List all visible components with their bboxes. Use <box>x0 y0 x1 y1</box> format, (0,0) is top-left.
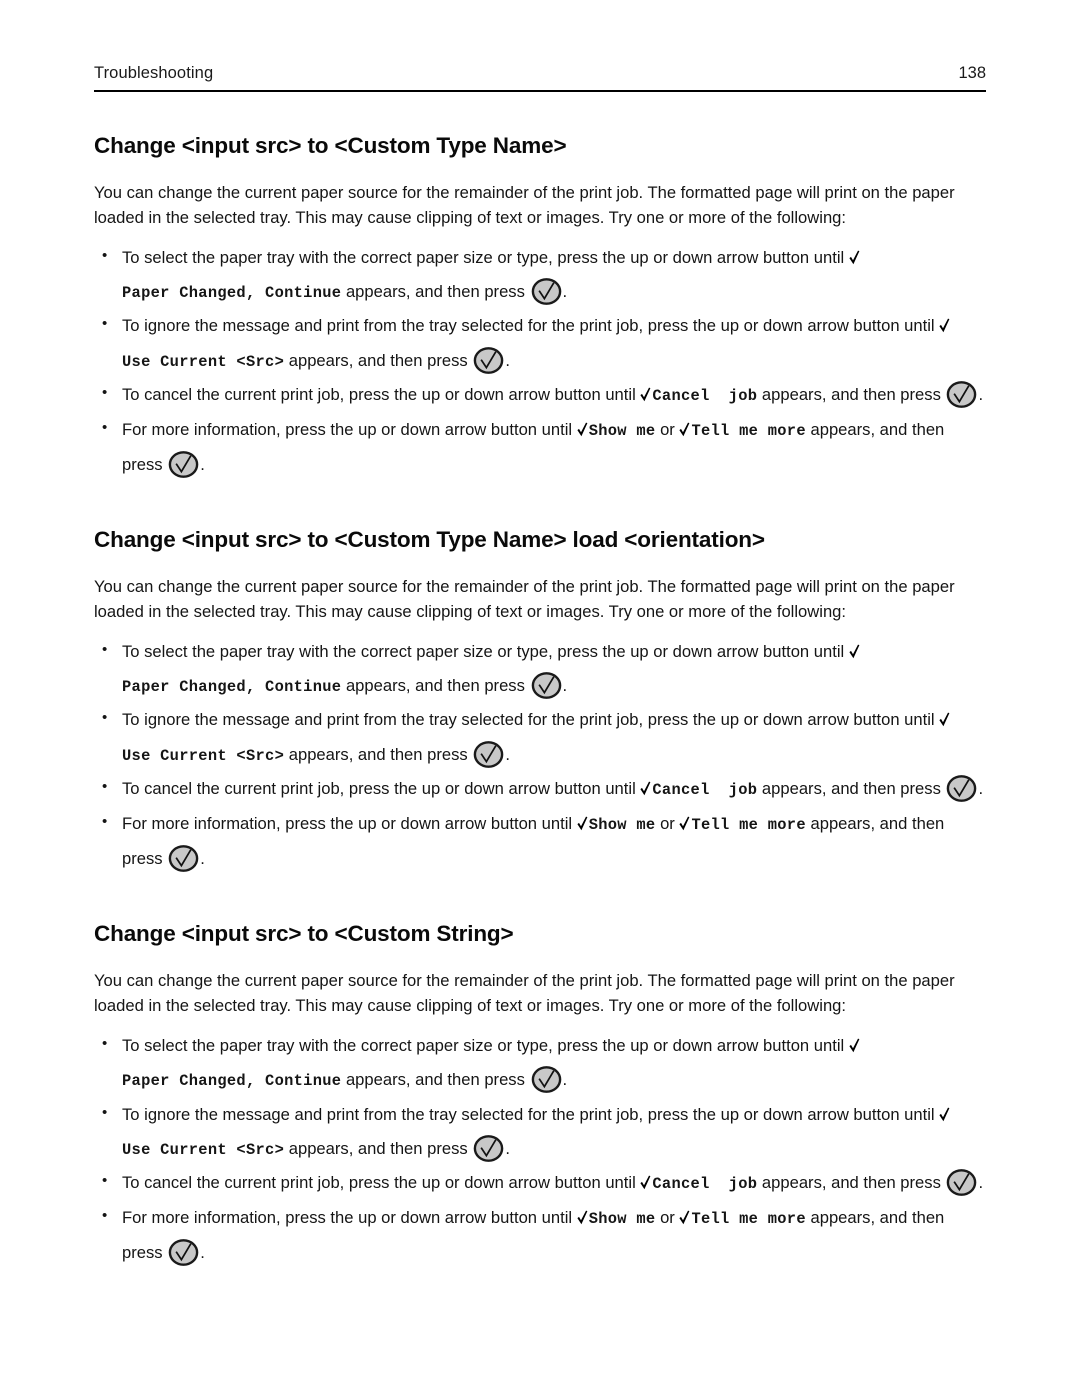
display-message-text: Paper Changed, Continue <box>122 677 342 696</box>
select-ok-button-icon <box>168 450 199 478</box>
check-glyph-icon <box>640 781 651 796</box>
select-ok-button-icon <box>473 346 504 374</box>
select-ok-button-icon <box>473 740 504 768</box>
select-ok-button-icon <box>531 277 562 305</box>
check-glyph-icon <box>939 1107 950 1122</box>
select-ok-button-icon <box>946 381 977 409</box>
section-intro-paragraph: You can change the current paper source … <box>94 577 955 622</box>
check-glyph-icon <box>679 422 690 437</box>
display-message-text: Use Current <Src> <box>122 746 285 765</box>
select-ok-button-icon <box>531 1065 562 1093</box>
bullet-marker-icon: • <box>102 640 108 658</box>
display-message-text: Tell me more <box>691 422 806 441</box>
section-heading: Change <input src> to <Custom Type Name>… <box>94 527 765 553</box>
check-glyph-icon <box>679 816 690 831</box>
header-page-number: 138 <box>958 64 986 82</box>
bullet-marker-icon: • <box>102 813 108 831</box>
display-message-text: Show me <box>588 816 656 835</box>
section-intro-paragraph: You can change the current paper source … <box>94 183 955 228</box>
instruction-list-item: • To ignore the message and print from th… <box>94 1098 986 1167</box>
header-chapter-title: Troubleshooting <box>94 64 214 82</box>
document-page: Troubleshooting 138 Change <input src> t… <box>0 0 1080 1397</box>
select-ok-button-icon <box>531 671 562 699</box>
display-message-text: Paper Changed, Continue <box>122 1071 342 1090</box>
bullet-marker-icon: • <box>102 246 108 264</box>
instruction-list-item: • To select the paper tray with the corre… <box>94 1029 986 1098</box>
sections-container: Change <input src> to <Custom Type Name>… <box>94 132 986 1270</box>
instruction-list-item: • To cancel the current print job, press … <box>94 772 986 807</box>
check-glyph-icon <box>849 644 860 659</box>
display-message-text: Cancel job <box>652 387 758 406</box>
instruction-list-item: • For more information, press the up or d… <box>94 1201 986 1270</box>
check-glyph-icon <box>939 712 950 727</box>
instruction-list: • To select the paper tray with the corre… <box>94 1029 986 1270</box>
display-message-text: Tell me more <box>691 816 806 835</box>
bullet-marker-icon: • <box>102 1034 108 1052</box>
bullet-marker-icon: • <box>102 778 108 796</box>
instruction-list-item: • To ignore the message and print from th… <box>94 703 986 772</box>
display-message-text: Show me <box>588 422 656 441</box>
display-message-text: Use Current <Src> <box>122 1140 285 1159</box>
select-ok-button-icon <box>473 1134 504 1162</box>
select-ok-button-icon <box>168 1238 199 1266</box>
instruction-list: • To select the paper tray with the corre… <box>94 635 986 876</box>
bullet-marker-icon: • <box>102 419 108 437</box>
bullet-marker-icon: • <box>102 1103 108 1121</box>
display-message-text: Tell me more <box>691 1210 806 1229</box>
instruction-list-item: • For more information, press the up or d… <box>94 413 986 482</box>
display-message-text: Paper Changed, Continue <box>122 283 342 302</box>
header-divider-rule <box>94 90 986 92</box>
running-header: Troubleshooting 138 <box>94 0 986 83</box>
check-glyph-icon <box>849 250 860 265</box>
check-glyph-icon <box>849 1038 860 1053</box>
display-message-text: Cancel job <box>652 781 758 800</box>
check-glyph-icon <box>679 1210 690 1225</box>
check-glyph-icon <box>640 387 651 402</box>
instruction-list-item: • To select the paper tray with the corre… <box>94 635 986 704</box>
bullet-marker-icon: • <box>102 315 108 333</box>
bullet-marker-icon: • <box>102 1207 108 1225</box>
check-glyph-icon <box>577 1210 588 1225</box>
instruction-list-item: • To select the paper tray with the corre… <box>94 241 986 310</box>
section-intro-paragraph: You can change the current paper source … <box>94 971 955 1016</box>
content-section: Change <input src> to <Custom String> You… <box>94 920 986 1270</box>
display-message-text: Cancel job <box>652 1175 758 1194</box>
select-ok-button-icon <box>946 1169 977 1197</box>
display-message-text: Use Current <Src> <box>122 352 285 371</box>
content-section: Change <input src> to <Custom Type Name>… <box>94 132 986 482</box>
bullet-marker-icon: • <box>102 709 108 727</box>
display-message-text: Show me <box>588 1210 656 1229</box>
check-glyph-icon <box>577 816 588 831</box>
instruction-list-item: • For more information, press the up or d… <box>94 807 986 876</box>
check-glyph-icon <box>577 422 588 437</box>
bullet-marker-icon: • <box>102 1172 108 1190</box>
select-ok-button-icon <box>168 844 199 872</box>
check-glyph-icon <box>640 1175 651 1190</box>
select-ok-button-icon <box>946 775 977 803</box>
instruction-list-item: • To ignore the message and print from th… <box>94 309 986 378</box>
instruction-list-item: • To cancel the current print job, press … <box>94 1166 986 1201</box>
instruction-list-item: • To cancel the current print job, press … <box>94 378 986 413</box>
section-heading: Change <input src> to <Custom String> <box>94 921 514 947</box>
content-section: Change <input src> to <Custom Type Name>… <box>94 526 986 876</box>
check-glyph-icon <box>939 318 950 333</box>
section-heading: Change <input src> to <Custom Type Name> <box>94 133 567 158</box>
instruction-list: • To select the paper tray with the corre… <box>94 241 986 482</box>
bullet-marker-icon: • <box>102 384 108 402</box>
